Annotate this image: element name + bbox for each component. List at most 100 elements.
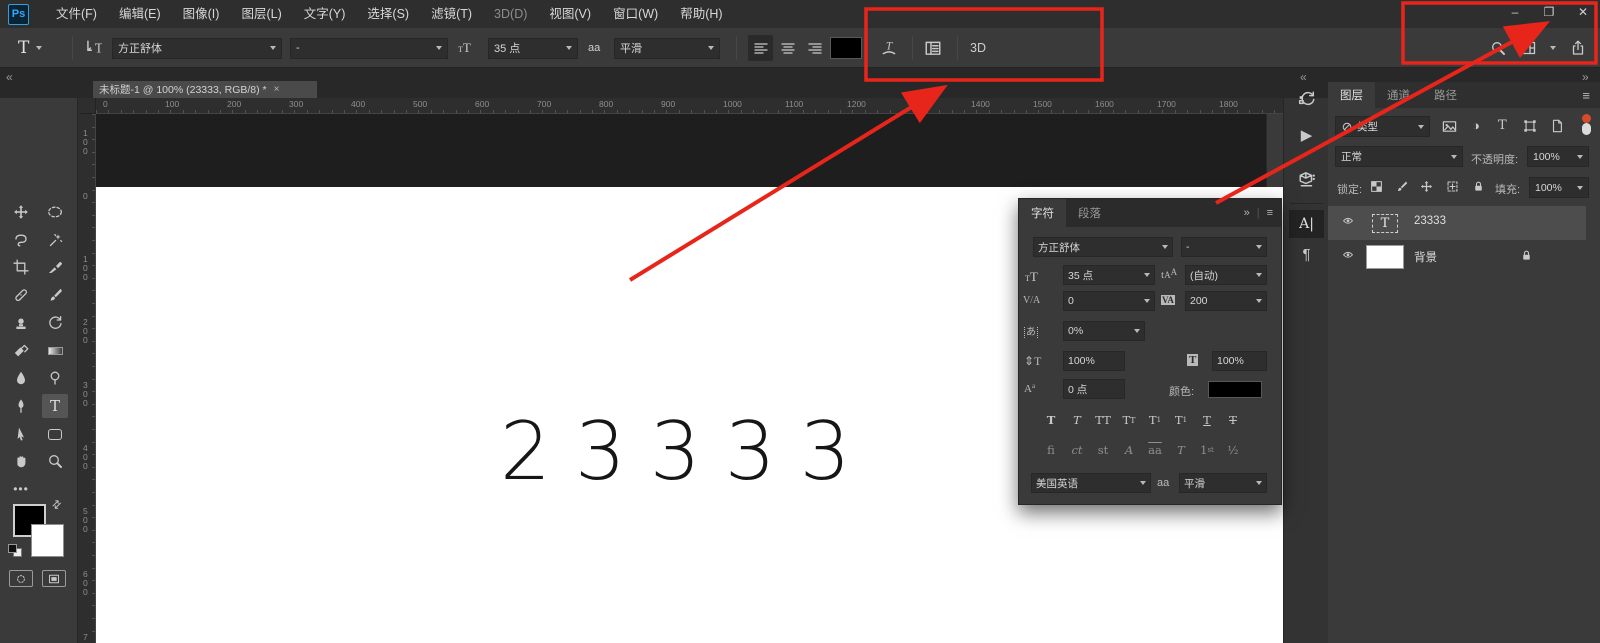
opentype-ordinals-button[interactable]: 1st [1197,441,1217,459]
canvas-text-layer[interactable]: 23333 [500,405,875,498]
paragraph-panel-icon[interactable]: ¶ [1284,246,1329,263]
opentype-contextual-alternates-button[interactable]: ct [1067,441,1087,459]
tool-preset-picker[interactable]: T [18,28,42,68]
underline-button[interactable]: T [1197,411,1217,429]
zoom-tool[interactable] [42,449,68,473]
gradient-tool[interactable] [42,339,68,363]
close-button[interactable]: ✕ [1566,0,1600,26]
background-color-swatch[interactable] [31,524,64,557]
restore-button[interactable]: ❐ [1532,0,1566,26]
superscript-button[interactable]: T1 [1145,411,1165,429]
ellipsis-tool[interactable]: ••• [8,477,34,501]
history-brush-tool[interactable] [42,311,68,335]
cp-baseline-shift-field[interactable]: 0 点 [1063,379,1125,399]
opacity-select[interactable]: 100% [1527,146,1589,167]
menu-item-6[interactable]: 滤镜(T) [420,0,483,28]
tab-paths[interactable]: 路径 [1422,82,1469,108]
filter-toggle[interactable] [1581,114,1592,136]
small-caps-button[interactable]: TT [1119,411,1139,429]
menu-item-5[interactable]: 选择(S) [356,0,420,28]
layer-name[interactable]: 23333 [1414,215,1446,227]
cp-language-select[interactable]: 美国英语 [1031,473,1151,493]
document-tab[interactable]: 未标题-1 @ 100% (23333, RGB/8) * × [93,81,317,98]
lock-position-icon[interactable] [1420,180,1433,193]
search-icon[interactable] [1490,40,1506,56]
panel-expand-icon[interactable]: » [1244,207,1250,219]
character-panel-icon[interactable]: A| [1289,210,1324,238]
vertical-scrollbar[interactable] [1266,114,1283,188]
tab-layers[interactable]: 图层 [1328,82,1375,108]
actions-panel-icon[interactable]: ▶ [1284,126,1329,144]
lock-artboard-icon[interactable] [1446,180,1459,193]
menu-item-8[interactable]: 视图(V) [538,0,602,28]
blend-mode-select[interactable]: 正常 [1335,146,1463,167]
align-center-button[interactable] [775,35,800,61]
lock-pixels-icon[interactable] [1395,180,1408,193]
visibility-eye-icon[interactable] [1340,249,1356,267]
strikethrough-button[interactable]: T [1223,411,1243,429]
anti-alias-select[interactable]: 平滑 [614,38,720,59]
history-panel-icon[interactable] [1284,90,1329,108]
menu-item-1[interactable]: 编辑(E) [108,0,172,28]
tab-paragraph[interactable]: 段落 [1066,199,1113,227]
align-right-button[interactable] [802,35,827,61]
visibility-eye-icon[interactable] [1340,215,1356,233]
type-tool[interactable]: T [42,394,68,418]
path-selection-tool[interactable] [8,422,34,446]
cp-font-size-select[interactable]: 35 点 [1063,265,1155,285]
screen-mode-button[interactable] [42,570,66,587]
panel-menu-icon[interactable]: ≡ [1582,82,1600,108]
menu-item-10[interactable]: 帮助(H) [669,0,733,28]
lock-transparent-icon[interactable] [1370,180,1383,193]
text-color-swatch[interactable] [830,37,862,59]
text-orientation-button[interactable]: T [84,28,102,68]
cp-kerning-select[interactable]: 0 [1063,291,1155,311]
healing-brush-tool[interactable] [8,283,34,307]
opentype-titling-button[interactable]: T [1171,441,1191,459]
default-colors-icon[interactable] [8,544,24,558]
blur-tool[interactable] [8,366,34,390]
background-layer-thumbnail[interactable] [1365,244,1405,270]
cp-vertical-scale-field[interactable]: 100% [1063,351,1125,371]
font-family-select[interactable]: 方正舒体 [112,38,282,59]
move-tool[interactable] [8,200,34,224]
faux-bold-button[interactable]: T [1041,411,1061,429]
menu-item-0[interactable]: 文件(F) [45,0,108,28]
filter-type-select[interactable]: 类型 [1335,116,1430,137]
tab-character[interactable]: 字符 [1019,199,1066,227]
eyedropper-tool[interactable] [42,255,68,279]
cp-tracking-select[interactable]: 200 [1185,291,1267,311]
eraser-tool[interactable] [8,339,34,363]
shape-tool[interactable] [42,422,68,446]
layer-name[interactable]: 背景 [1414,249,1437,265]
filter-image-icon[interactable] [1442,119,1457,134]
layer-row-background[interactable]: 背景 [1328,240,1586,274]
all-caps-button[interactable]: TT [1093,411,1113,429]
hand-tool[interactable] [8,449,34,473]
menu-item-2[interactable]: 图像(I) [172,0,231,28]
lasso-tool[interactable] [8,228,34,252]
cp-color-swatch[interactable] [1208,381,1262,398]
warp-text-button[interactable]: T [880,28,898,68]
text-layer-thumbnail[interactable]: T [1365,210,1405,236]
workspace-icon[interactable] [1520,40,1536,56]
filter-adjustment-icon[interactable]: ◑ [1472,118,1480,133]
cp-anti-alias-select[interactable]: 平滑 [1179,473,1267,493]
cp-leading-select[interactable]: (自动) [1185,265,1267,285]
align-left-button[interactable] [748,35,773,61]
cp-font-style-select[interactable]: - [1181,237,1267,257]
quick-mask-button[interactable] [9,570,33,587]
font-size-select[interactable]: 35 点 [488,38,578,59]
cp-horizontal-scale-field[interactable]: 100% [1212,351,1267,371]
opentype-fractions-button[interactable]: ½ [1223,441,1243,459]
3d-panel-icon[interactable] [1284,170,1329,188]
opentype-swash-button[interactable]: A [1119,441,1139,459]
3d-button[interactable]: 3D [970,28,986,68]
filter-type-layer-icon[interactable]: T [1498,118,1507,133]
menu-item-9[interactable]: 窗口(W) [602,0,669,28]
panel-menu-icon[interactable]: ≡ [1267,207,1273,219]
chevron-down-icon[interactable] [1550,46,1556,50]
lock-all-icon[interactable] [1472,180,1485,193]
brush-tool[interactable] [42,283,68,307]
filter-shape-icon[interactable] [1523,119,1537,133]
